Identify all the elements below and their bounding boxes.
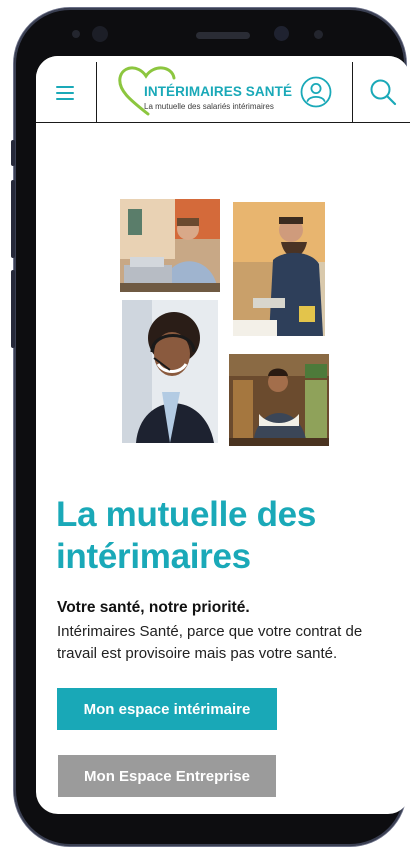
- phone-sensor: [314, 30, 323, 39]
- phone-sensor: [92, 26, 108, 42]
- header-divider: [96, 62, 97, 122]
- brand-logo[interactable]: INTÉRIMAIRES SANTÉ La mutuelle des salar…: [116, 64, 306, 116]
- phone-side-button: [11, 140, 15, 166]
- search-icon[interactable]: [369, 78, 397, 106]
- man-with-laptop-photo: [120, 199, 220, 292]
- brand-name: INTÉRIMAIRES SANTÉ: [144, 84, 293, 99]
- page-subtitle: Votre santé, notre priorité.: [57, 599, 250, 616]
- mon-espace-entreprise-button[interactable]: Mon Espace Entreprise: [58, 755, 276, 797]
- woman-with-headset-photo: [122, 300, 218, 443]
- phone-volume-button: [11, 270, 15, 348]
- phone-sensor: [72, 30, 80, 38]
- phone-frame: INTÉRIMAIRES SANTÉ La mutuelle des salar…: [11, 8, 410, 846]
- hamburger-menu-icon[interactable]: [56, 86, 74, 100]
- header-divider: [352, 62, 353, 122]
- worker-in-overalls-photo: [233, 202, 325, 336]
- user-account-icon[interactable]: [300, 76, 332, 108]
- phone-earpiece: [196, 32, 250, 39]
- shop-worker-with-apron-photo: [229, 354, 329, 446]
- app-screen: INTÉRIMAIRES SANTÉ La mutuelle des salar…: [36, 56, 410, 814]
- page-headline: La mutuelle des intérimaires: [56, 495, 317, 576]
- phone-front-camera: [274, 26, 289, 41]
- brand-tagline: La mutuelle des salariés intérimaires: [144, 102, 274, 111]
- mon-espace-interimaire-button[interactable]: Mon espace intérimaire: [57, 688, 277, 730]
- phone-volume-button: [11, 180, 15, 258]
- page-description: Intérimaires Santé, parce que votre cont…: [57, 623, 363, 662]
- site-header: INTÉRIMAIRES SANTÉ La mutuelle des salar…: [36, 56, 410, 123]
